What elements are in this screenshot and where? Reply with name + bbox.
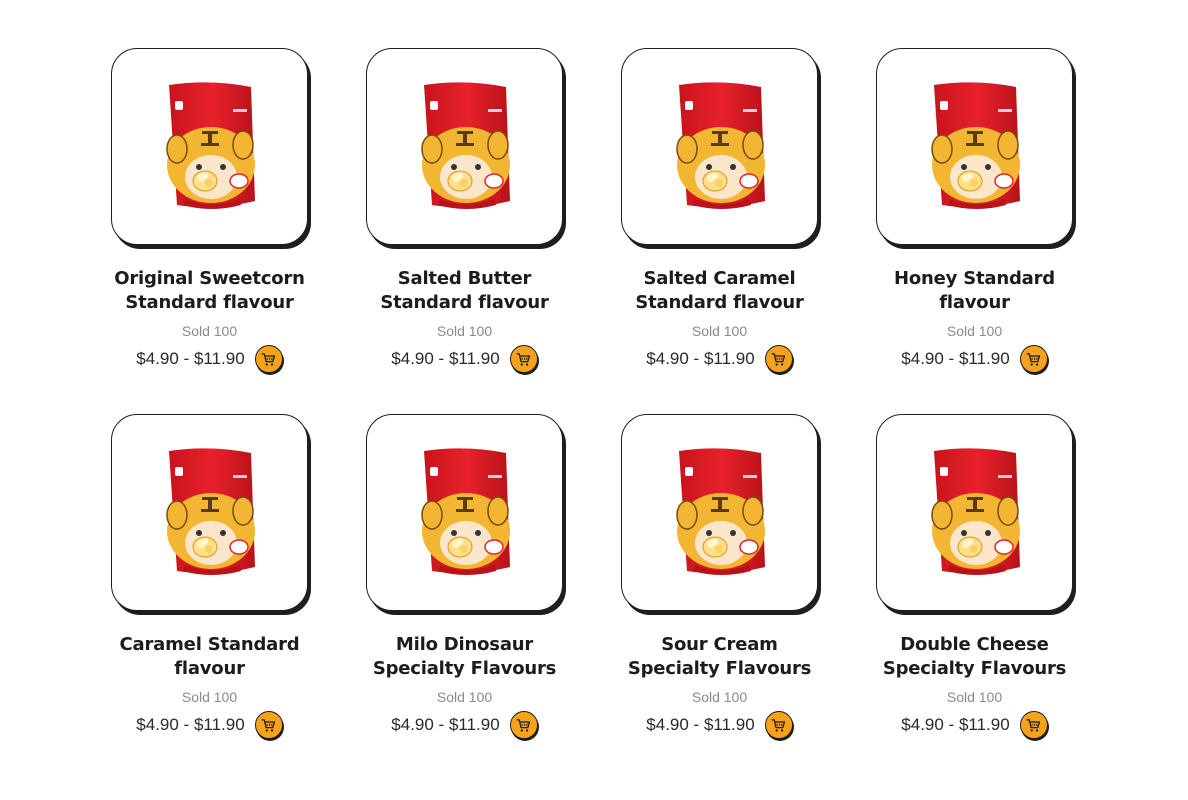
- product-title[interactable]: Milo Dinosaur Specialty Flavours: [364, 633, 565, 681]
- product-card: Salted Caramel Standard flavour Sold 100…: [619, 48, 820, 392]
- product-image-frame[interactable]: [621, 48, 818, 245]
- price-row: $4.90 - $11.90: [391, 711, 538, 739]
- add-to-cart-button[interactable]: [509, 711, 538, 739]
- price-range: $4.90 - $11.90: [901, 715, 1010, 734]
- add-to-cart-button[interactable]: [254, 711, 283, 739]
- cart-icon: [261, 352, 276, 366]
- product-card: Double Cheese Specialty Flavours Sold 10…: [874, 414, 1075, 758]
- price-range: $4.90 - $11.90: [391, 715, 500, 734]
- product-card: Sour Cream Specialty Flavours Sold 100 $…: [619, 414, 820, 758]
- product-card: Salted Butter Standard flavour Sold 100 …: [364, 48, 565, 392]
- price-range: $4.90 - $11.90: [646, 715, 755, 734]
- product-title[interactable]: Salted Caramel Standard flavour: [619, 267, 820, 315]
- popcorn-pouch-image: [420, 81, 510, 209]
- sold-count: Sold 100: [181, 323, 238, 339]
- add-to-cart-button[interactable]: [1019, 711, 1048, 739]
- product-title[interactable]: Double Cheese Specialty Flavours: [874, 633, 1075, 681]
- cart-icon: [516, 352, 531, 366]
- sold-count: Sold 100: [436, 689, 493, 705]
- price-row: $4.90 - $11.90: [646, 711, 793, 739]
- add-to-cart-button[interactable]: [509, 345, 538, 373]
- product-card: Caramel Standard flavour Sold 100 $4.90 …: [109, 414, 310, 758]
- cart-icon: [516, 718, 531, 732]
- cart-icon: [771, 352, 786, 366]
- cart-icon: [771, 718, 786, 732]
- add-to-cart-button[interactable]: [764, 345, 793, 373]
- price-row: $4.90 - $11.90: [136, 711, 283, 739]
- product-image-frame[interactable]: [111, 48, 308, 245]
- product-image-frame[interactable]: [366, 414, 563, 611]
- popcorn-pouch-image: [165, 81, 255, 209]
- add-to-cart-button[interactable]: [254, 345, 283, 373]
- product-title[interactable]: Original Sweetcorn Standard flavour: [109, 267, 310, 315]
- popcorn-pouch-image: [165, 447, 255, 575]
- popcorn-pouch-image: [930, 81, 1020, 209]
- cart-icon: [1026, 352, 1041, 366]
- sold-count: Sold 100: [691, 323, 748, 339]
- product-image-frame[interactable]: [876, 48, 1073, 245]
- product-image-frame[interactable]: [366, 48, 563, 245]
- sold-count: Sold 100: [946, 323, 1003, 339]
- popcorn-pouch-image: [930, 447, 1020, 575]
- price-range: $4.90 - $11.90: [136, 715, 245, 734]
- price-row: $4.90 - $11.90: [136, 345, 283, 373]
- add-to-cart-button[interactable]: [764, 711, 793, 739]
- price-range: $4.90 - $11.90: [391, 349, 500, 368]
- price-row: $4.90 - $11.90: [391, 345, 538, 373]
- product-grid: Original Sweetcorn Standard flavour Sold…: [109, 48, 1075, 758]
- sold-count: Sold 100: [691, 689, 748, 705]
- product-title[interactable]: Honey Standard flavour: [874, 267, 1075, 315]
- price-row: $4.90 - $11.90: [901, 345, 1048, 373]
- sold-count: Sold 100: [181, 689, 238, 705]
- product-image-frame[interactable]: [621, 414, 818, 611]
- product-title[interactable]: Caramel Standard flavour: [109, 633, 310, 681]
- popcorn-pouch-image: [675, 81, 765, 209]
- product-card: Honey Standard flavour Sold 100 $4.90 - …: [874, 48, 1075, 392]
- cart-icon: [1026, 718, 1041, 732]
- sold-count: Sold 100: [436, 323, 493, 339]
- product-image-frame[interactable]: [876, 414, 1073, 611]
- price-range: $4.90 - $11.90: [901, 349, 1010, 368]
- price-row: $4.90 - $11.90: [901, 711, 1048, 739]
- price-range: $4.90 - $11.90: [136, 349, 245, 368]
- price-row: $4.90 - $11.90: [646, 345, 793, 373]
- cart-icon: [261, 718, 276, 732]
- product-card: Original Sweetcorn Standard flavour Sold…: [109, 48, 310, 392]
- product-title[interactable]: Salted Butter Standard flavour: [364, 267, 565, 315]
- product-card: Milo Dinosaur Specialty Flavours Sold 10…: [364, 414, 565, 758]
- product-title[interactable]: Sour Cream Specialty Flavours: [619, 633, 820, 681]
- add-to-cart-button[interactable]: [1019, 345, 1048, 373]
- price-range: $4.90 - $11.90: [646, 349, 755, 368]
- popcorn-pouch-image: [675, 447, 765, 575]
- product-image-frame[interactable]: [111, 414, 308, 611]
- sold-count: Sold 100: [946, 689, 1003, 705]
- popcorn-pouch-image: [420, 447, 510, 575]
